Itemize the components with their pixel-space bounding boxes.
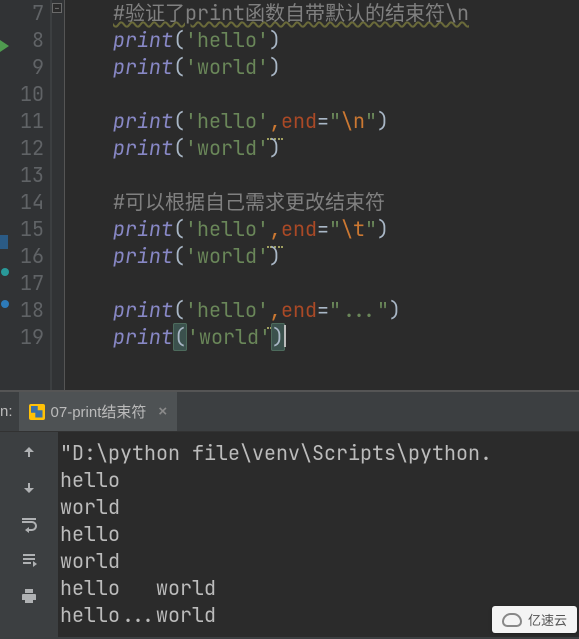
code-line[interactable]: #可以根据自己需求更改结束符	[67, 189, 579, 216]
structure-marker-icon	[0, 235, 8, 249]
fold-column[interactable]: –	[52, 0, 64, 390]
fold-toggle-icon[interactable]: –	[52, 3, 62, 13]
string-literal: 'world'	[185, 135, 269, 161]
escape-sequence: \t	[341, 216, 365, 242]
comma: ,	[269, 108, 281, 134]
builtin-print: print	[113, 54, 173, 80]
line-number[interactable]: 13	[12, 162, 44, 189]
code-line[interactable]: #验证了print函数自带默认的结束符\n	[67, 0, 579, 27]
line-number[interactable]: 10	[12, 81, 44, 108]
text-caret	[284, 325, 286, 347]
builtin-print: print	[113, 108, 173, 134]
line-number[interactable]: 7	[12, 0, 44, 27]
line-number[interactable]: 17	[12, 270, 44, 297]
code-line[interactable]: print('hello',end="...")	[67, 297, 579, 324]
string-literal: 'world'	[185, 54, 269, 80]
string-literal: 'hello'	[185, 108, 269, 134]
comma: ,	[269, 216, 281, 242]
method-marker-icon	[1, 300, 9, 308]
line-number[interactable]: 12	[12, 135, 44, 162]
line-number[interactable]: 11	[12, 108, 44, 135]
keyword-arg-end: end	[281, 297, 317, 323]
run-tab-title: 07-print结束符	[51, 401, 147, 422]
keyword-arg-end: end	[281, 108, 317, 134]
keyword-arg-end: end	[281, 216, 317, 242]
builtin-print: print	[113, 27, 173, 53]
string-literal: 'hello'	[185, 216, 269, 242]
builtin-print: print	[113, 216, 173, 242]
watermark: 亿速云	[492, 606, 577, 633]
code-line[interactable]	[67, 270, 579, 297]
line-number-gutter[interactable]: 78910111213141516171819	[12, 0, 52, 390]
code-line[interactable]	[67, 162, 579, 189]
arrow-up-icon[interactable]	[15, 438, 43, 466]
line-number[interactable]: 16	[12, 243, 44, 270]
line-number[interactable]: 14	[12, 189, 44, 216]
code-editor[interactable]: #验证了print函数自带默认的结束符\nprint('hello')print…	[64, 0, 579, 390]
builtin-print: print	[113, 297, 173, 323]
string-literal: 'hello'	[185, 297, 269, 323]
string-literal: 'world'	[187, 324, 271, 350]
string-literal: 'world'	[185, 243, 269, 269]
run-tool-window-header: n: 07-print结束符 ×	[0, 392, 579, 432]
cloud-icon	[502, 613, 522, 627]
run-panel-label: n:	[0, 403, 19, 420]
close-icon[interactable]: ×	[158, 403, 167, 420]
print-icon[interactable]	[15, 582, 43, 610]
soft-wrap-icon[interactable]	[15, 510, 43, 538]
line-number[interactable]: 19	[12, 324, 44, 351]
arrow-down-icon[interactable]	[15, 474, 43, 502]
string-literal: 'hello'	[185, 27, 269, 53]
code-line[interactable]: print('world')	[67, 54, 579, 81]
builtin-print: print	[113, 324, 173, 350]
line-number[interactable]: 15	[12, 216, 44, 243]
code-line[interactable]: print('hello',end="\n")	[67, 108, 579, 135]
line-number[interactable]: 18	[12, 297, 44, 324]
string-literal: ...	[341, 297, 377, 323]
builtin-print: print	[113, 135, 173, 161]
left-margin	[0, 0, 12, 390]
code-line[interactable]	[67, 81, 579, 108]
breakpoint-verified-icon	[1, 268, 9, 276]
builtin-print: print	[113, 243, 173, 269]
python-file-icon	[29, 404, 45, 420]
code-line[interactable]: print('world')	[67, 324, 579, 351]
code-line[interactable]: print('hello',end="\t")	[67, 216, 579, 243]
code-line[interactable]: print('world')	[67, 135, 579, 162]
line-number[interactable]: 8	[12, 27, 44, 54]
comment: #验证了print函数自带默认的结束符\n	[113, 0, 469, 26]
escape-sequence: \n	[341, 108, 365, 134]
scroll-to-end-icon[interactable]	[15, 546, 43, 574]
comma: ,	[269, 297, 281, 323]
watermark-text: 亿速云	[528, 610, 567, 629]
code-line[interactable]: print('hello')	[67, 27, 579, 54]
run-tab[interactable]: 07-print结束符 ×	[19, 392, 178, 431]
code-line[interactable]: print('world')	[67, 243, 579, 270]
run-marker-icon[interactable]	[0, 40, 9, 52]
line-number[interactable]: 9	[12, 54, 44, 81]
console-toolbar	[0, 432, 58, 637]
comment: #可以根据自己需求更改结束符	[113, 189, 385, 215]
editor-area: 78910111213141516171819 – #验证了print函数自带默…	[0, 0, 579, 390]
